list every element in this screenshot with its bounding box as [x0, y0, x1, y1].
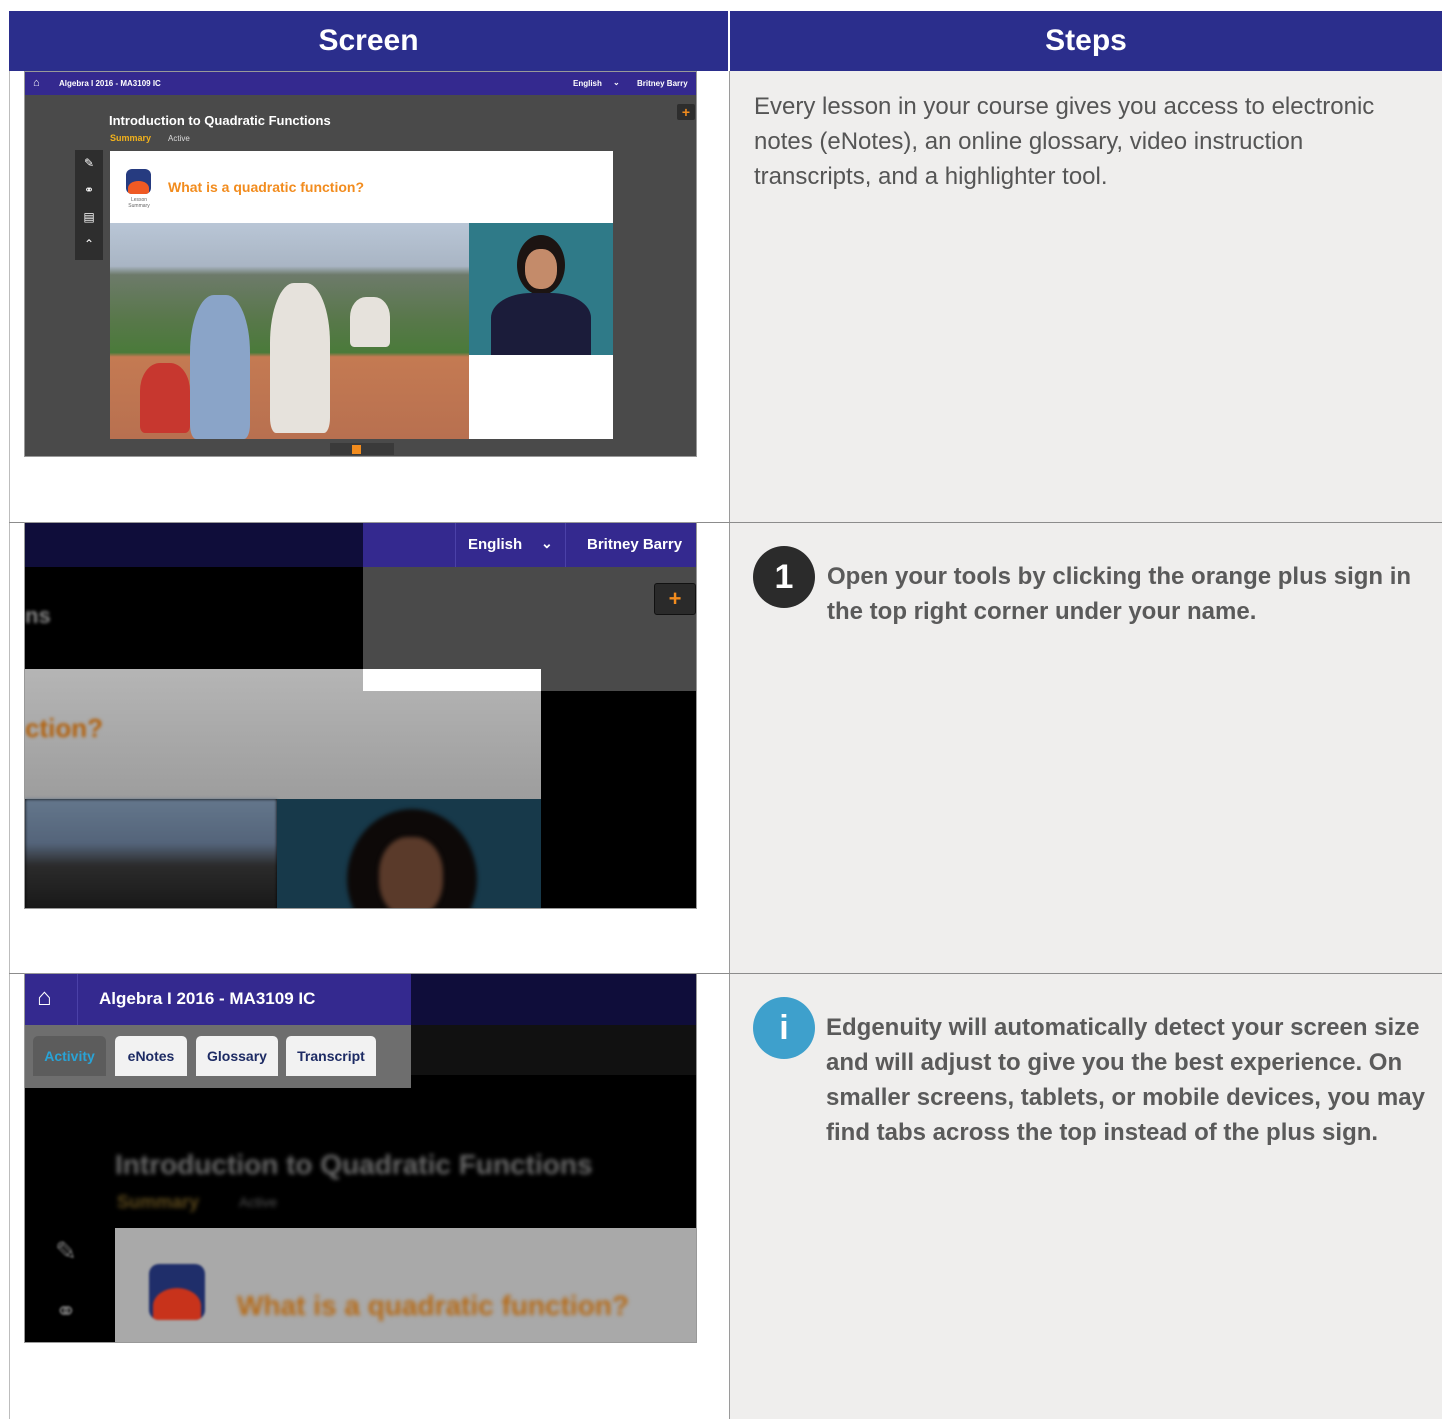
dimmed-photo [25, 799, 277, 908]
card-edge [363, 669, 541, 691]
calculator-icon[interactable]: ▤ [75, 204, 103, 231]
divider [455, 523, 456, 567]
lesson-title: Introduction to Quadratic Functions [109, 113, 331, 128]
tool-sidebar: ✎ ⚭ ▤ ⌃ [75, 150, 103, 260]
tab-enotes[interactable]: eNotes [115, 1036, 187, 1076]
step-number-badge: 1 [753, 546, 815, 608]
tab-glossary[interactable]: Glossary [196, 1036, 278, 1076]
batter-figure [270, 283, 330, 433]
tools-plus-button[interactable]: + [677, 104, 695, 120]
lesson-logo [126, 169, 151, 194]
partial-title-text: ns [25, 603, 51, 628]
intro-text: Every lesson in your course gives you ac… [754, 93, 1375, 190]
pitcher-figure [350, 297, 390, 347]
headphones-icon[interactable]: ⚭ [75, 177, 103, 204]
highlighter-icon[interactable]: ⌃ [75, 231, 103, 258]
instructor-video[interactable] [469, 223, 613, 355]
header-steps: Steps [730, 11, 1442, 71]
slide-navigation[interactable] [330, 443, 394, 455]
screenshot-lesson-overview: ⌂ Algebra I 2016 - MA3109 IC English ⌄ B… [24, 71, 697, 457]
pencil-icon[interactable]: ✎ [75, 150, 103, 177]
catcher-figure [140, 363, 190, 433]
instructor-face [525, 249, 557, 289]
user-name[interactable]: Britney Barry [637, 79, 688, 88]
steps-column [729, 71, 1442, 1419]
tab-summary[interactable]: Summary [110, 133, 151, 143]
lesson-card: Lesson Summary What is a quadratic funct… [110, 151, 613, 439]
course-title: Algebra I 2016 - MA3109 IC [59, 79, 161, 88]
language-select[interactable]: English [468, 536, 522, 553]
home-icon[interactable]: ⌂ [37, 984, 52, 1012]
instructor-face [379, 837, 443, 908]
language-select[interactable]: English [573, 79, 602, 88]
home-icon[interactable]: ⌂ [33, 77, 40, 89]
course-title: Algebra I 2016 - MA3109 IC [99, 989, 316, 1008]
tab-active: Active [239, 1194, 278, 1210]
dimmed-top-bar [411, 974, 696, 1025]
pencil-icon: ✎ [55, 1236, 77, 1266]
chevron-down-icon[interactable]: ⌄ [541, 535, 553, 552]
step-1-text: Open your tools by clicking the orange p… [827, 563, 1412, 625]
lesson-logo [149, 1264, 205, 1320]
divider [565, 523, 566, 567]
baseball-photo [110, 223, 469, 439]
dimmed-video [277, 799, 541, 908]
lesson-question: What is a quadratic function? [237, 1290, 630, 1321]
info-icon: i [753, 997, 815, 1059]
instructor-body [491, 293, 591, 355]
dimmed-tabs-area [411, 1025, 696, 1075]
tools-plus-button[interactable]: + [654, 583, 696, 615]
top-bar: ⌂ Algebra I 2016 - MA3109 IC [25, 974, 411, 1025]
umpire-figure [190, 295, 250, 439]
chevron-down-icon[interactable]: ⌄ [613, 78, 620, 87]
headphones-icon: ⚭ [55, 1296, 77, 1326]
dimmed-card: What is a quadratic function? [115, 1228, 696, 1342]
user-name[interactable]: Britney Barry [587, 536, 682, 553]
tab-summary: Summary [117, 1192, 200, 1212]
partial-question-text: ction? [25, 713, 103, 743]
lesson-question: What is a quadratic function? [168, 179, 365, 195]
lesson-logo-label: Lesson Summary [128, 197, 150, 209]
tab-active[interactable]: Active [168, 134, 190, 143]
screenshot-plus-sign-zoom: English ⌄ Britney Barry ns + ction? [24, 522, 697, 909]
tab-transcript[interactable]: Transcript [286, 1036, 376, 1076]
info-text: Edgenuity will automatically detect your… [826, 1014, 1425, 1146]
tab-activity[interactable]: Activity [33, 1036, 106, 1076]
current-slide-indicator[interactable] [352, 445, 361, 454]
lesson-title: Introduction to Quadratic Functions [115, 1149, 593, 1180]
top-bar: ⌂ Algebra I 2016 - MA3109 IC English ⌄ B… [25, 72, 696, 95]
top-bar: English ⌄ Britney Barry [363, 523, 696, 567]
dimmed-top-bar [25, 523, 363, 567]
header-screen: Screen [9, 11, 728, 71]
screenshot-tabs-view: ⌂ Algebra I 2016 - MA3109 IC Activity eN… [24, 973, 697, 1343]
divider [77, 974, 78, 1025]
